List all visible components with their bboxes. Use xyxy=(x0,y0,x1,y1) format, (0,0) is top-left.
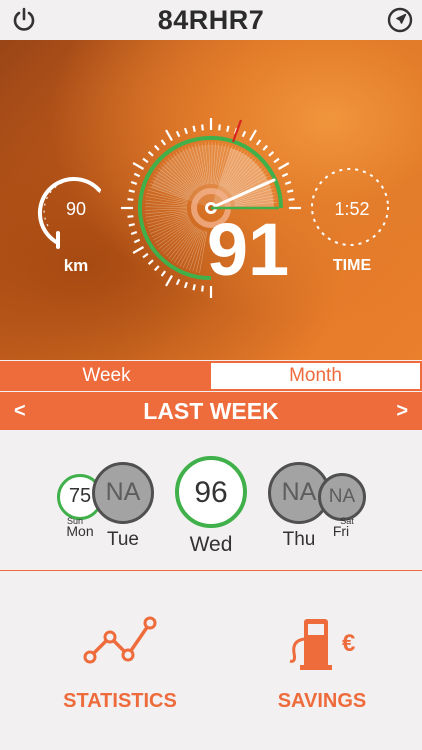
gauge-tick xyxy=(133,238,141,244)
gauge-tick xyxy=(192,125,196,132)
gauge-fill-line xyxy=(145,203,188,207)
gauge-fill-line xyxy=(168,226,196,259)
gauge-tick xyxy=(288,198,295,201)
gauge-tick xyxy=(128,223,135,227)
gauge-tick xyxy=(201,285,204,292)
period-selector: < LAST WEEK > xyxy=(0,392,422,430)
tab-week[interactable]: Week xyxy=(2,363,211,389)
gauge-tick xyxy=(273,157,280,164)
gauge-tick xyxy=(160,139,167,146)
gauge-tick xyxy=(281,172,289,178)
gauge-tick xyxy=(287,189,294,193)
day-label-mon: Mon xyxy=(66,523,94,539)
gauge-tick xyxy=(241,130,247,138)
day-label-wed: Wed xyxy=(189,533,233,556)
gauge-tick xyxy=(175,130,181,138)
gauge-fill-line xyxy=(161,223,194,252)
gauge-fill-line xyxy=(192,231,205,272)
gauge-tick xyxy=(128,189,135,193)
distance-unit: km xyxy=(64,256,89,275)
gauge-tick xyxy=(160,270,167,277)
savings-label: SAVINGS xyxy=(277,690,367,712)
gauge-tick xyxy=(130,231,138,236)
bottom-actions: STATISTICS € SAVINGS xyxy=(0,571,422,750)
gauge-fill-line xyxy=(146,212,188,221)
gauge-tick xyxy=(277,162,290,170)
day-label-tue: Tue xyxy=(106,529,140,550)
gauge-tick xyxy=(183,281,188,289)
day-score-fri[interactable]: NA xyxy=(318,473,366,521)
gauge-tick xyxy=(175,278,181,286)
gauge-fill-line xyxy=(144,206,188,208)
gauge-fill-line xyxy=(158,222,193,249)
day-scores: 75 Sun Mon NA Tue 96 Wed NA Thu NA Sat F… xyxy=(0,440,422,570)
gauge-tick xyxy=(142,252,149,259)
gauge-tick xyxy=(142,157,149,164)
gauge-tick xyxy=(130,180,138,185)
gauge-tick xyxy=(165,274,173,287)
score-value: 91 xyxy=(207,208,289,291)
gauge-tick xyxy=(268,150,275,157)
time-label: TIME xyxy=(333,257,372,274)
statistics-label: STATISTICS xyxy=(63,690,177,712)
statistics-button[interactable]: STATISTICS xyxy=(30,611,210,713)
top-bar: 84RHR7 xyxy=(0,0,422,40)
gauge-tick xyxy=(153,265,160,272)
gauge-fill-line xyxy=(144,208,188,211)
gauge-tick xyxy=(147,150,154,157)
day-score-wed[interactable]: 96 xyxy=(175,456,247,528)
gauge-tick xyxy=(165,129,173,142)
gauge-tick xyxy=(183,127,188,135)
gauge-tick xyxy=(226,125,230,132)
gauge-tick xyxy=(153,144,160,151)
gauge-tick xyxy=(132,162,145,170)
day-label-fri: Fri xyxy=(332,523,350,539)
statistics-chart-icon xyxy=(83,616,157,664)
time-value: 1:52 xyxy=(334,199,369,219)
gauge-tick xyxy=(255,139,262,146)
tab-month[interactable]: Month xyxy=(211,363,420,389)
gauge-fill-line xyxy=(171,227,197,261)
day-score-tue[interactable]: NA xyxy=(92,462,154,524)
gauge-tick xyxy=(218,124,221,131)
gauge-tick xyxy=(249,129,257,142)
navigation-icon[interactable] xyxy=(386,6,414,34)
day-label-thu: Thu xyxy=(282,529,316,550)
distance-value: 90 xyxy=(66,199,86,219)
gauge-tick xyxy=(133,172,141,178)
period-tabs: Week Month xyxy=(0,361,422,391)
savings-button[interactable]: € SAVINGS xyxy=(232,611,412,713)
gauges-graphic: 90 km 91 1:52 TIME xyxy=(37,118,389,298)
svg-text:€: € xyxy=(342,630,355,657)
next-period-button[interactable]: > xyxy=(396,400,408,423)
gauge-tick xyxy=(192,284,196,291)
dashboard-hero: 90 km 91 1:52 TIME xyxy=(0,40,422,360)
gauge-fill-line xyxy=(156,221,192,247)
gauge-tick xyxy=(262,144,269,151)
gauge-tick xyxy=(284,180,292,185)
gauge-tick xyxy=(127,215,134,218)
gauge-tick xyxy=(147,259,154,266)
gauge-fill-line xyxy=(165,225,195,257)
gauge-fill-line xyxy=(147,214,189,228)
gauge-tick xyxy=(132,246,145,254)
gauge-tick xyxy=(127,198,134,201)
period-label: LAST WEEK xyxy=(143,398,279,424)
gauge-fill-line xyxy=(153,219,191,241)
vehicle-id-title: 84RHR7 xyxy=(157,5,265,35)
gauge-tick xyxy=(201,124,204,131)
fuel-pump-euro-icon: € xyxy=(289,619,355,670)
